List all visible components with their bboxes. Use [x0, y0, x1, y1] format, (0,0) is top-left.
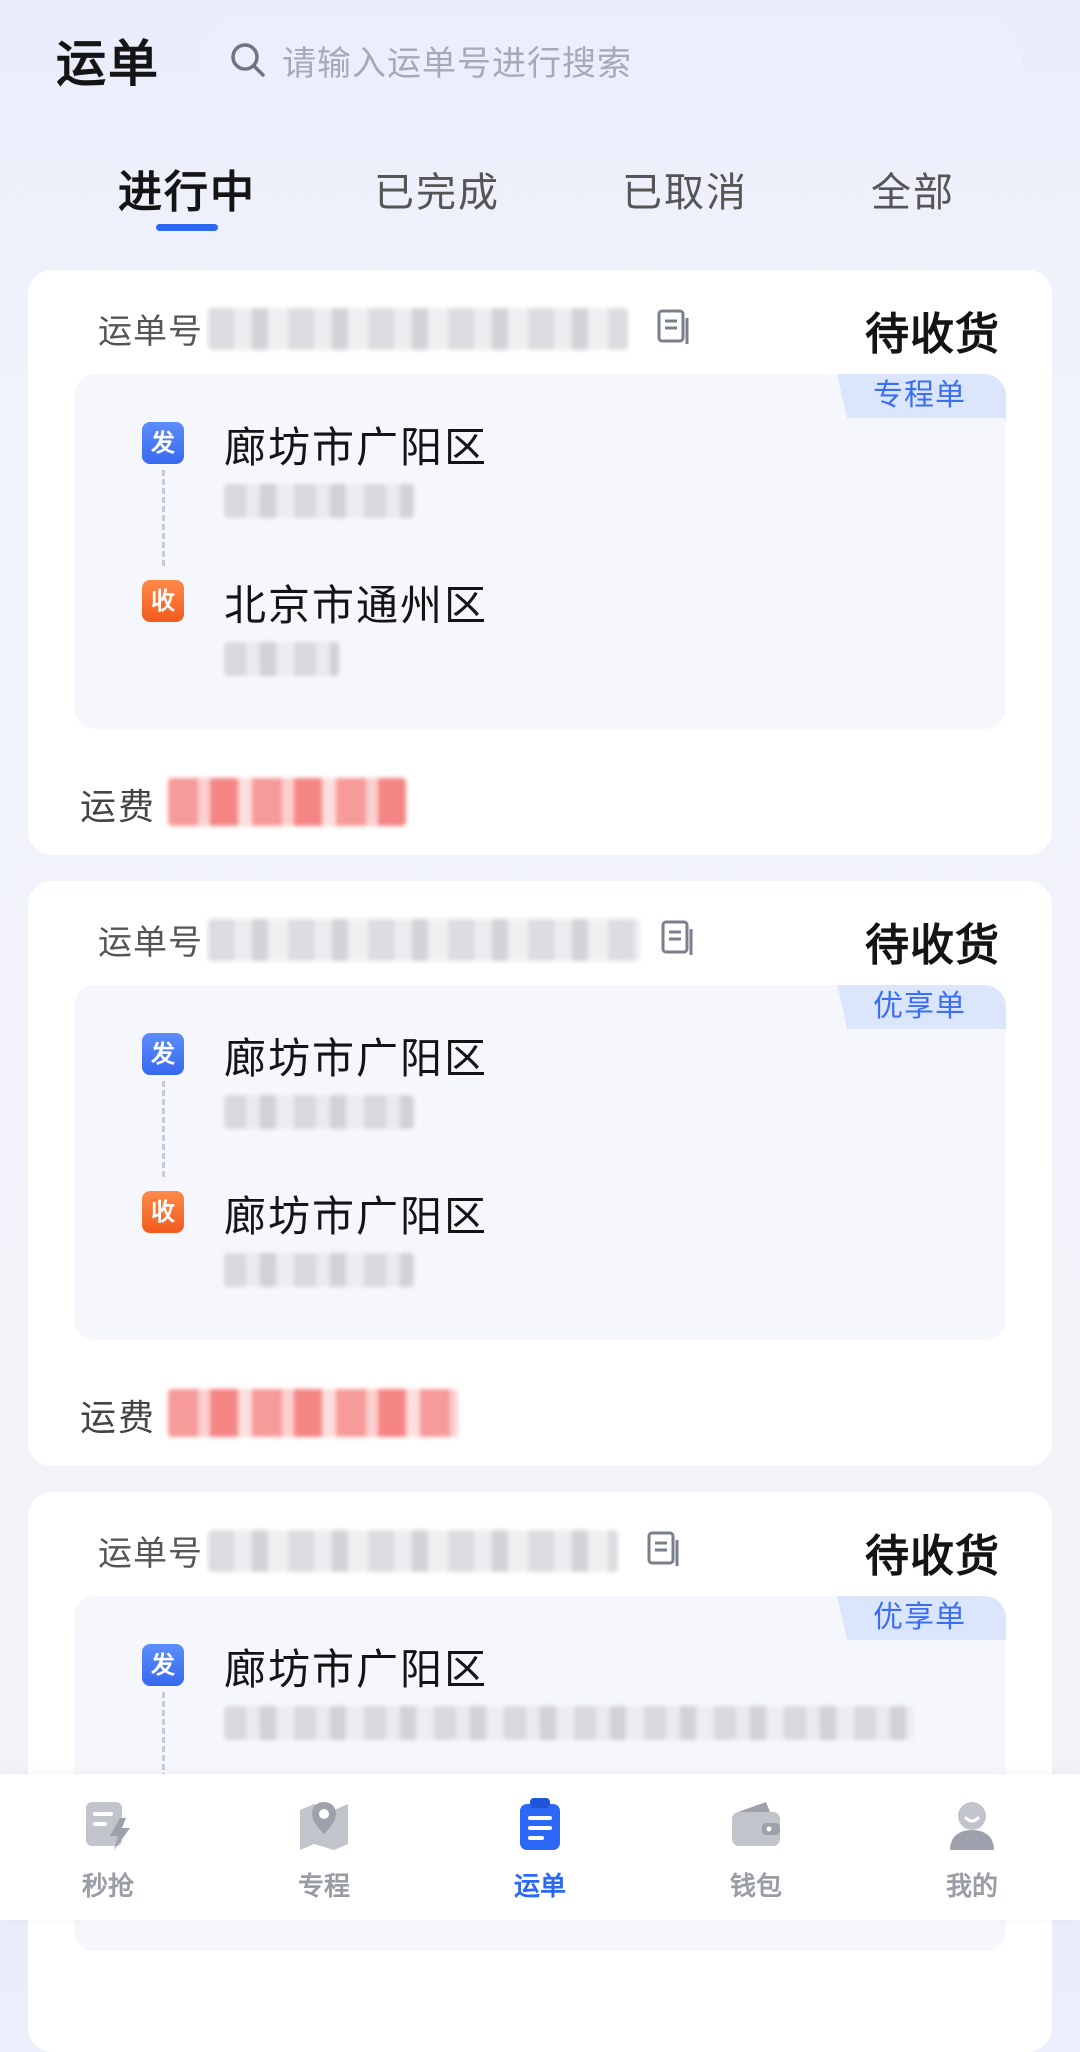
destination-address-redacted	[224, 642, 339, 676]
send-badge: 发	[142, 1033, 184, 1075]
tab-all[interactable]: 全部	[813, 160, 1013, 218]
destination-address-redacted	[224, 1253, 414, 1287]
order-number-redacted	[208, 919, 640, 961]
order-type-badge: 优享单	[837, 985, 1006, 1029]
tab-completed[interactable]: 已完成	[337, 160, 537, 218]
tab-in-progress[interactable]: 进行中	[87, 156, 287, 220]
destination-city: 廊坊市广阳区	[224, 1192, 489, 1241]
nav-item-profile[interactable]: 我的	[864, 1774, 1080, 1920]
status-badge: 待收货	[865, 309, 1000, 360]
fee-label: 运费	[80, 787, 157, 828]
order-number-label: 运单号	[98, 312, 203, 352]
order-type-badge: 专程单	[837, 374, 1006, 418]
order-type-badge: 优享单	[837, 1596, 1006, 1640]
active-tab-indicator	[156, 224, 218, 231]
nav-label: 我的	[945, 1872, 998, 1902]
send-badge: 发	[142, 422, 184, 464]
nav-label: 钱包	[729, 1872, 782, 1902]
copy-icon[interactable]	[646, 1530, 680, 1568]
order-number-label: 运单号	[98, 1534, 203, 1574]
origin-city: 廊坊市广阳区	[224, 1645, 489, 1694]
profile-icon	[950, 1802, 994, 1850]
origin-address-redacted	[224, 1095, 414, 1129]
nav-label: 专程	[297, 1872, 350, 1902]
tab-cancelled[interactable]: 已取消	[585, 160, 785, 218]
route-box: 优享单 发 廊坊市广阳区 收 廊坊市广阳区	[74, 985, 1006, 1340]
nav-item-route[interactable]: 专程	[216, 1774, 432, 1920]
receive-badge: 收	[142, 1191, 184, 1233]
origin-city: 廊坊市广阳区	[224, 1034, 489, 1083]
header: 运单 请输入运单号进行搜索 进行中 已完成 已取消 全部	[0, 0, 1080, 250]
copy-icon[interactable]	[656, 308, 690, 346]
order-card[interactable]: 运单号 待收货 专程单 发 廊坊市广阳区 收 北京市通州区 运费	[28, 270, 1052, 855]
send-badge: 发	[142, 1644, 184, 1686]
order-number-redacted	[208, 308, 628, 350]
order-card[interactable]: 运单号 待收货 优享单 发 廊坊市广阳区 收 廊坊市广阳区 运费	[28, 881, 1052, 1466]
nav-item-wallet[interactable]: 钱包	[648, 1774, 864, 1920]
page-title: 运单	[56, 35, 160, 93]
waybill-icon	[520, 1798, 560, 1850]
route-box: 专程单 发 廊坊市广阳区 收 北京市通州区	[74, 374, 1006, 729]
origin-city: 廊坊市广阳区	[224, 423, 489, 472]
origin-address-redacted	[224, 1706, 914, 1740]
route-dashed-line	[162, 470, 165, 566]
nav-label: 运单	[513, 1872, 566, 1902]
nav-item-waybill[interactable]: 运单	[432, 1774, 648, 1920]
search-bar[interactable]: 请输入运单号进行搜索	[198, 12, 1024, 108]
route-map-icon	[300, 1802, 348, 1850]
search-icon	[231, 43, 265, 77]
origin-address-redacted	[224, 484, 414, 518]
route-dashed-line	[162, 1081, 165, 1177]
copy-icon[interactable]	[660, 919, 694, 957]
status-badge: 待收货	[865, 1531, 1000, 1582]
order-card[interactable]: 运单号 待收货 优享单 发 廊坊市广阳区	[28, 1492, 1052, 2052]
nav-item-grab[interactable]: 秒抢	[0, 1774, 216, 1920]
fee-label: 运费	[80, 1398, 157, 1439]
order-number-redacted	[208, 1530, 618, 1572]
status-badge: 待收货	[865, 920, 1000, 971]
bottom-nav: 秒抢 专程 运单 钱包 我的	[0, 1774, 1080, 1920]
status-tabs: 进行中 已完成 已取消 全部	[0, 152, 1080, 242]
fee-amount-redacted	[168, 1389, 458, 1437]
fee-amount-redacted	[168, 778, 406, 826]
destination-city: 北京市通州区	[224, 581, 489, 630]
receive-badge: 收	[142, 580, 184, 622]
nav-label: 秒抢	[81, 1872, 134, 1902]
wallet-icon	[732, 1802, 780, 1846]
order-number-label: 运单号	[98, 923, 203, 963]
search-input[interactable]: 请输入运单号进行搜索	[282, 36, 632, 85]
grab-order-icon	[86, 1802, 130, 1850]
